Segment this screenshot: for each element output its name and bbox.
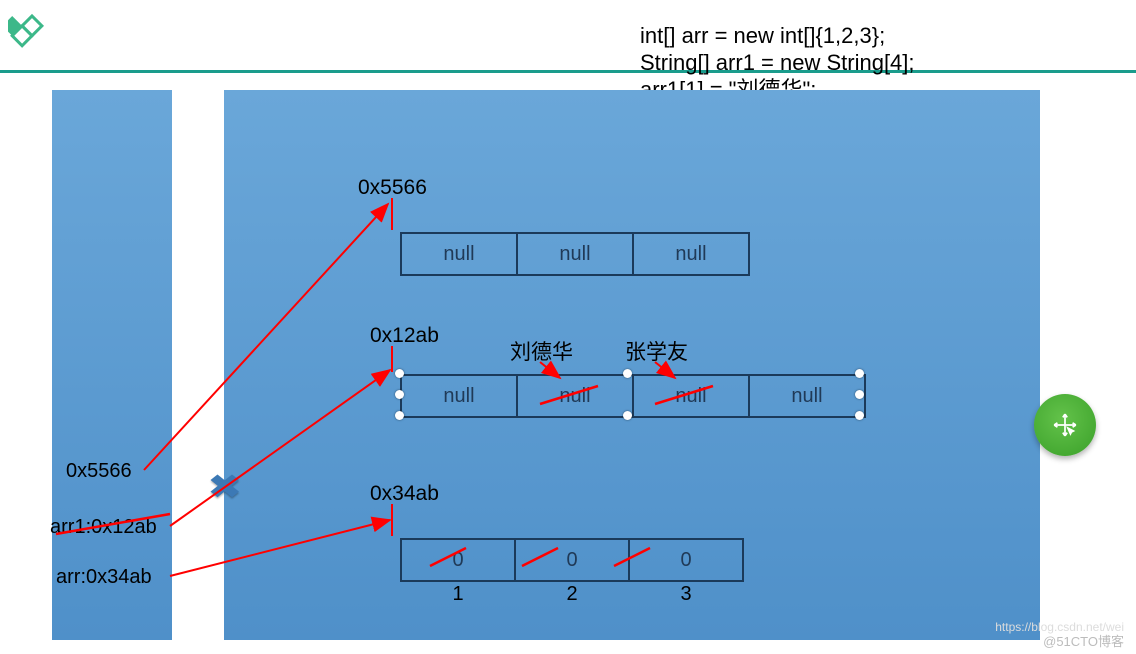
selection-handle-icon[interactable]	[855, 390, 864, 399]
array-cell: null	[633, 233, 749, 275]
array-cell: null	[401, 233, 517, 275]
replacement-value-2: 张学友	[625, 336, 688, 366]
selection-handle-icon[interactable]	[623, 369, 632, 378]
move-fab-button[interactable]	[1034, 394, 1096, 456]
selection-handle-icon[interactable]	[855, 411, 864, 420]
heap-array-3: 0 0 0 1 2 3	[400, 538, 744, 607]
array-cell: null	[517, 233, 633, 275]
heap-array-2[interactable]: null null null null	[400, 374, 866, 418]
heap-array-1: null null null	[400, 232, 750, 276]
array-cell: null	[401, 375, 517, 417]
code-line: String[] arr1 = new String[4];	[640, 49, 915, 76]
array-cell: 0	[515, 539, 629, 581]
array-cell: null	[517, 375, 633, 417]
array-cell: null	[633, 375, 749, 417]
selection-handle-icon[interactable]	[855, 369, 864, 378]
app-logo-icon	[8, 10, 56, 63]
watermark-text: @51CTO博客	[1043, 631, 1124, 650]
selection-handle-icon[interactable]	[623, 411, 632, 420]
array-cell: 0	[401, 539, 515, 581]
heap-address-2: 0x12ab	[370, 324, 439, 348]
selection-handle-icon[interactable]	[395, 390, 404, 399]
selection-handle-icon[interactable]	[395, 369, 404, 378]
cross-icon: ✖	[208, 469, 242, 506]
heap-address-3: 0x34ab	[370, 482, 439, 506]
replacement-value-1: 刘德华	[510, 336, 573, 366]
array-cell: null	[749, 375, 865, 417]
stack-pointer-new: 0x5566	[66, 460, 132, 483]
array-index: 3	[629, 581, 743, 607]
selection-handle-icon[interactable]	[395, 411, 404, 420]
array-index: 2	[515, 581, 629, 607]
move-cursor-icon	[1052, 412, 1078, 438]
stack-var-arr: arr:0x34ab	[56, 566, 152, 589]
header-bar	[0, 0, 1136, 73]
stack-area	[52, 90, 172, 640]
code-line: int[] arr = new int[]{1,2,3};	[640, 22, 915, 49]
array-cell: 0	[629, 539, 743, 581]
array-index: 1	[401, 581, 515, 607]
heap-address-1: 0x5566	[358, 176, 427, 200]
stack-var-arr1: arr1:0x12ab	[50, 516, 157, 539]
